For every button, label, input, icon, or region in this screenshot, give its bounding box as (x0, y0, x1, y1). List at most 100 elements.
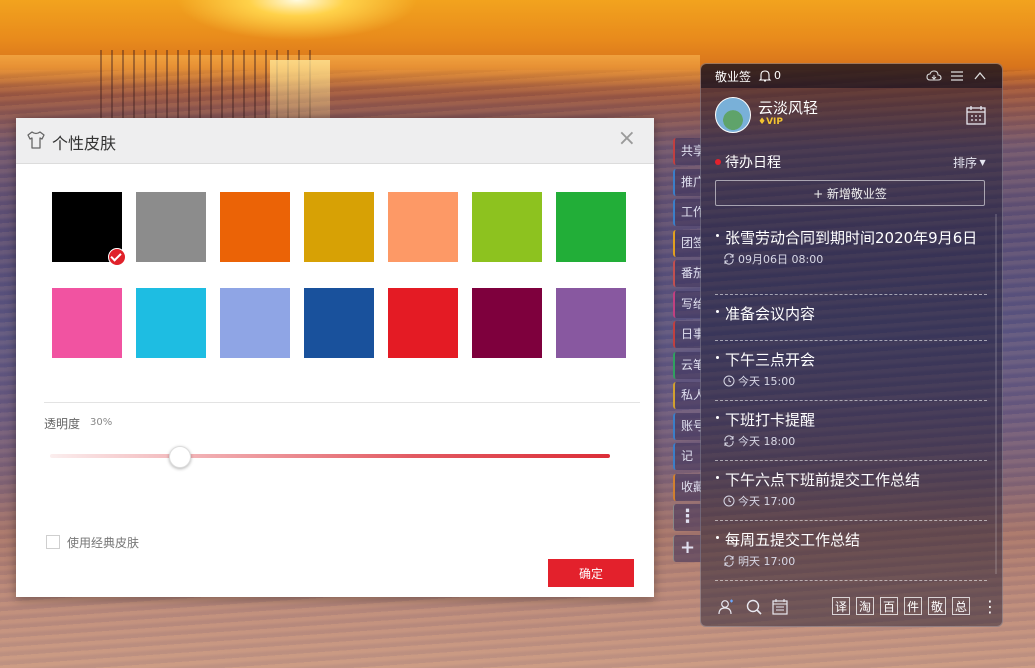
memo-time: 08:00 (791, 253, 824, 266)
add-tab-icon[interactable]: + (673, 534, 701, 562)
side-tab[interactable]: 云笔 (673, 351, 701, 379)
calendar-icon[interactable] (965, 104, 987, 126)
memo-item[interactable]: 每周五提交工作总结明天 17:00 (715, 530, 987, 568)
memo-item[interactable]: 下班打卡提醒 今天 18:00 (715, 410, 987, 448)
opacity-label: 透明度 (44, 417, 81, 431)
user-name: 云淡风轻 (758, 99, 819, 117)
color-swatch[interactable] (136, 192, 206, 262)
menu-icon[interactable] (949, 69, 965, 83)
side-tab[interactable]: 记 (673, 443, 701, 470)
side-tab[interactable]: 写给 (673, 290, 701, 318)
tool-button[interactable]: 件 (904, 597, 922, 615)
color-swatch[interactable] (220, 288, 290, 358)
dialog-title: 个性皮肤 (52, 134, 117, 153)
color-swatch[interactable] (472, 288, 542, 358)
side-tab[interactable]: 团签 (673, 229, 701, 257)
memo-item[interactable]: 张雪劳动合同到期时间2020年9月6日 09月06日 08:00 (715, 228, 987, 266)
side-tab[interactable]: 账号 (673, 412, 701, 440)
side-tab[interactable]: 日事 (673, 321, 701, 348)
confirm-button[interactable]: 确定 (548, 559, 634, 587)
memo-separator (715, 460, 987, 461)
memo-date: 今天 (738, 375, 760, 388)
opacity-value: 30% (90, 417, 113, 428)
tool-button[interactable]: 百 (880, 597, 898, 615)
memo-date: 今天 (738, 495, 760, 508)
app-name: 敬业签 (715, 70, 752, 84)
color-swatch[interactable] (304, 192, 374, 262)
color-swatch[interactable] (304, 288, 374, 358)
cloud-sync-icon[interactable] (926, 69, 942, 83)
memo-item[interactable]: 准备会议内容 (715, 304, 987, 324)
bell-icon[interactable] (758, 69, 772, 83)
memo-reminder: 今天 17:00 (715, 493, 987, 508)
skin-dialog: 个性皮肤 × 透明度 30% 使用经典皮肤 确定 (16, 118, 654, 597)
side-tab[interactable]: 番茄 (673, 260, 701, 287)
memo-date: 今天 (738, 435, 760, 448)
add-memo-button[interactable]: + 新增敬业签 (715, 180, 985, 206)
memo-separator (715, 294, 987, 295)
widget-bottom-bar: 译淘百件敬总 ⋮ (701, 592, 1002, 626)
memo-time: 15:00 (763, 375, 796, 388)
memo-title: 张雪劳动合同到期时间2020年9月6日 (715, 228, 987, 248)
section-title: 待办日程 (725, 155, 781, 171)
search-icon[interactable] (745, 598, 763, 616)
more-icon[interactable]: ⋮ (982, 597, 998, 616)
avatar[interactable] (715, 97, 751, 133)
memo-reminder: 今天 15:00 (715, 373, 987, 388)
shirt-icon (27, 131, 45, 149)
memo-time: 17:00 (763, 495, 796, 508)
memo-title: 下午三点开会 (715, 350, 987, 370)
classic-skin-label: 使用经典皮肤 (67, 536, 140, 550)
memo-separator (715, 340, 987, 341)
contacts-icon[interactable] (717, 598, 735, 616)
side-tab[interactable]: 工作 (673, 199, 701, 226)
vip-badge: ♦VIP (758, 117, 783, 127)
more-tabs-icon[interactable]: ⋮ (673, 504, 701, 531)
color-swatch[interactable] (52, 192, 126, 266)
vip-diamond-icon: ♦ (758, 117, 767, 127)
color-swatch[interactable] (556, 288, 626, 358)
repeat-icon (724, 253, 734, 265)
notes-icon[interactable] (771, 598, 789, 616)
memo-reminder: 今天 18:00 (715, 433, 987, 448)
tool-button[interactable]: 总 (952, 597, 970, 615)
memo-separator (715, 580, 987, 581)
memo-title: 准备会议内容 (715, 304, 987, 324)
color-swatch[interactable] (220, 192, 290, 262)
collapse-icon[interactable] (972, 69, 988, 83)
check-icon (108, 248, 126, 266)
tool-button[interactable]: 译 (832, 597, 850, 615)
tool-button[interactable]: 敬 (928, 597, 946, 615)
memo-reminder: 明天 17:00 (715, 553, 987, 568)
memo-title: 每周五提交工作总结 (715, 530, 987, 550)
color-swatch[interactable] (556, 192, 626, 262)
opacity-slider[interactable] (50, 446, 610, 468)
scrollbar[interactable] (995, 214, 997, 574)
widget-topbar: 敬业签 0 (701, 64, 1002, 88)
memo-date: 明天 (738, 555, 760, 568)
side-tab[interactable]: 收藏 (673, 473, 701, 501)
color-swatch[interactable] (136, 288, 206, 358)
side-tab[interactable]: 私人 (673, 382, 701, 409)
clock-icon (723, 495, 735, 507)
side-tab[interactable]: 共享 (673, 138, 701, 165)
color-swatch[interactable] (388, 192, 458, 262)
color-swatch[interactable] (388, 288, 458, 358)
classic-skin-checkbox[interactable] (46, 535, 60, 549)
caret-down-icon: ▼ (977, 158, 986, 167)
color-swatch[interactable] (472, 192, 542, 262)
close-icon[interactable]: × (618, 128, 636, 150)
tool-button[interactable]: 淘 (856, 597, 874, 615)
memo-item[interactable]: 下午三点开会今天 15:00 (715, 350, 987, 388)
slider-thumb[interactable] (168, 446, 191, 468)
memo-separator (715, 520, 987, 521)
repeat-icon (724, 555, 734, 567)
repeat-icon (724, 435, 734, 447)
side-tab[interactable]: 推广 (673, 168, 701, 196)
vip-label: VIP (766, 117, 783, 127)
color-swatch[interactable] (52, 288, 122, 358)
memo-time: 17:00 (763, 555, 796, 568)
dialog-header: 个性皮肤 × (16, 118, 654, 164)
sort-button[interactable]: 排序 ▼ (953, 154, 986, 171)
memo-item[interactable]: 下午六点下班前提交工作总结 今天 17:00 (715, 470, 987, 508)
